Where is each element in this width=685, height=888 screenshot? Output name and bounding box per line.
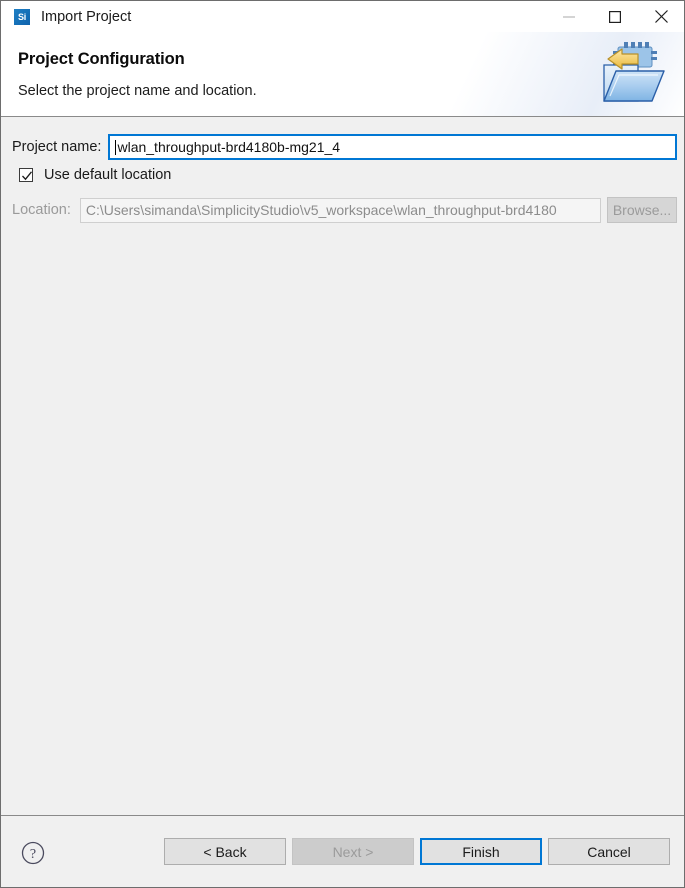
import-project-dialog: Si Import Project Project Configuration … [0,0,685,888]
svg-text:?: ? [30,847,36,862]
project-name-row: Project name: wlan_throughput-brd4180b-m… [12,134,677,160]
window-title: Import Project [41,8,132,25]
finish-button[interactable]: Finish [420,838,542,865]
use-default-location-checkbox[interactable] [19,168,33,182]
project-name-label: Project name: [12,139,102,155]
location-row: Location: C:\Users\simanda\SimplicityStu… [12,197,677,223]
browse-button: Browse... [607,197,677,223]
title-bar: Si Import Project [1,1,684,32]
close-icon[interactable] [638,1,684,32]
location-label: Location: [12,202,71,218]
dialog-header: Project Configuration Select the project… [1,32,684,117]
maximize-icon[interactable] [592,1,638,32]
dialog-footer: ? < Back Next > Finish Cancel [1,815,684,887]
window-controls [546,1,684,32]
back-button[interactable]: < Back [164,838,286,865]
app-icon: Si [14,8,30,25]
project-name-value: wlan_throughput-brd4180b-mg21_4 [117,139,341,155]
location-input: C:\Users\simanda\SimplicityStudio\v5_wor… [79,197,601,223]
footer-button-group: < Back Next > Finish Cancel [164,838,670,865]
next-button: Next > [292,838,414,865]
page-subtitle: Select the project name and location. [18,83,257,99]
dialog-body: Project name: wlan_throughput-brd4180b-m… [1,117,684,815]
help-icon[interactable]: ? [21,841,45,870]
import-folder-icon [592,37,668,109]
location-value: C:\Users\simanda\SimplicityStudio\v5_wor… [85,202,557,218]
project-name-input[interactable]: wlan_throughput-brd4180b-mg21_4 [108,134,677,160]
use-default-location-row[interactable]: Use default location [19,167,684,183]
page-title: Project Configuration [18,50,185,68]
minimize-icon[interactable] [546,1,592,32]
cancel-button[interactable]: Cancel [548,838,670,865]
use-default-location-label: Use default location [44,167,172,183]
